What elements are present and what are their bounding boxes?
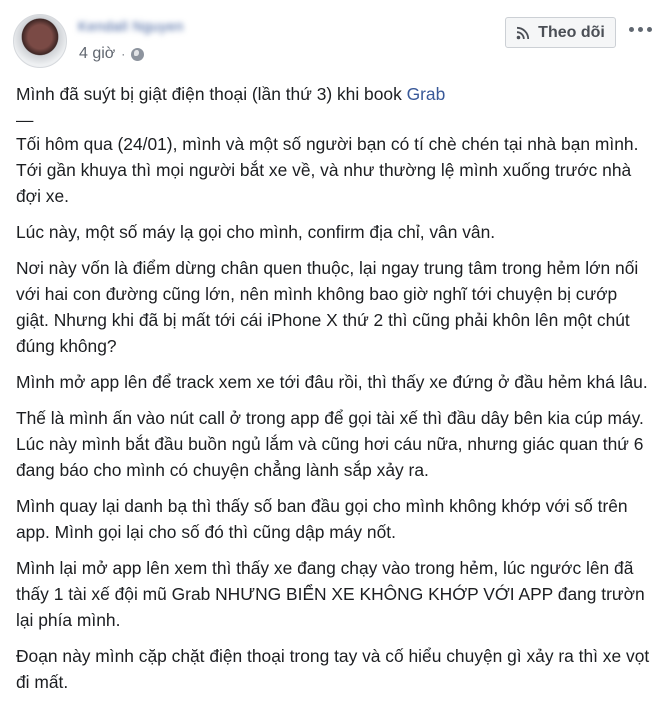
post-meta: 4 giờ ·	[79, 44, 145, 64]
post-paragraph: Thế là mình ấn vào nút call ở trong app …	[16, 408, 644, 480]
post-paragraph: Tối hôm qua (24/01), mình và một số ngườ…	[16, 134, 639, 206]
more-icon	[628, 26, 652, 32]
author-name[interactable]: Kendall Nguyen	[78, 18, 228, 34]
timestamp[interactable]: 4 giờ	[79, 45, 115, 63]
meta-separator: ·	[121, 47, 126, 61]
post-paragraph: Mình quay lại danh bạ thì thấy số ban đầ…	[16, 496, 628, 542]
globe-icon[interactable]	[131, 47, 145, 61]
post-paragraph: Mình mở app lên để track xem xe tới đâu …	[16, 372, 648, 392]
post-body: Mình đã suýt bị giật điện thoại (lần thứ…	[16, 81, 650, 705]
feed-icon	[516, 26, 530, 39]
post-paragraph: Đoạn này mình cặp chặt điện thoại trong …	[16, 646, 650, 692]
follow-label: Theo dõi	[538, 23, 605, 41]
post-paragraph: Nơi này vốn là điểm dừng chân quen thuộc…	[16, 258, 639, 356]
more-options-button[interactable]	[624, 15, 656, 43]
follow-button[interactable]: Theo dõi	[505, 17, 616, 48]
post-title-text: Mình đã suýt bị giật điện thoại (lần thứ…	[16, 84, 407, 104]
avatar[interactable]	[13, 14, 67, 68]
post-paragraph: Mình lại mở app lên xem thì thấy xe đang…	[16, 558, 645, 630]
grab-link[interactable]: Grab	[407, 84, 446, 104]
post-header: Kendall Nguyen 4 giờ · Theo dõi	[0, 0, 660, 80]
post-title: Mình đã suýt bị giật điện thoại (lần thứ…	[16, 81, 650, 107]
title-separator: —	[16, 110, 34, 130]
post-paragraph: Lúc này, một số máy lạ gọi cho mình, con…	[16, 222, 496, 242]
